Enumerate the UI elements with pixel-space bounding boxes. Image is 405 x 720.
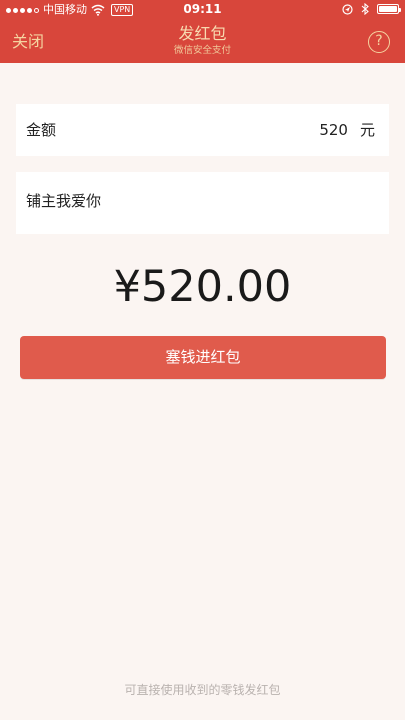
- battery-icon: [377, 4, 401, 14]
- blessing-message[interactable]: 铺主我爱你: [26, 191, 101, 211]
- page-subtitle: 微信安全支付: [173, 45, 231, 56]
- header-bar: 中国移动 VPN 09:11 关闭 发红包 微信安全支付 ?: [0, 0, 405, 63]
- amount-number[interactable]: 520: [319, 121, 348, 139]
- help-icon[interactable]: ?: [368, 31, 390, 53]
- amount-label: 金额: [26, 121, 57, 139]
- amount-unit: 元: [359, 121, 375, 139]
- nav-title-group: 发红包 微信安全支付: [0, 24, 405, 57]
- location-icon: [342, 3, 353, 15]
- nav-bar: 关闭 发红包 微信安全支付 ?: [0, 20, 405, 63]
- total-amount-display: ¥520.00: [113, 262, 292, 312]
- amount-value[interactable]: 520 元: [319, 120, 375, 140]
- footer-note: 可直接使用收到的零钱发红包: [124, 683, 281, 697]
- amount-input-row[interactable]: 金额 520 元: [16, 104, 389, 156]
- status-bar: 中国移动 VPN 09:11: [0, 0, 405, 20]
- page-title: 发红包: [178, 24, 227, 43]
- message-input-row[interactable]: 铺主我爱你: [16, 172, 389, 234]
- send-red-packet-screen: 中国移动 VPN 09:11 关闭 发红包 微信安全支付 ? 金额 520 元 …: [0, 0, 405, 720]
- send-red-packet-button[interactable]: 塞钱进红包: [20, 336, 386, 379]
- status-right: [342, 2, 401, 16]
- bluetooth-icon: [361, 2, 369, 16]
